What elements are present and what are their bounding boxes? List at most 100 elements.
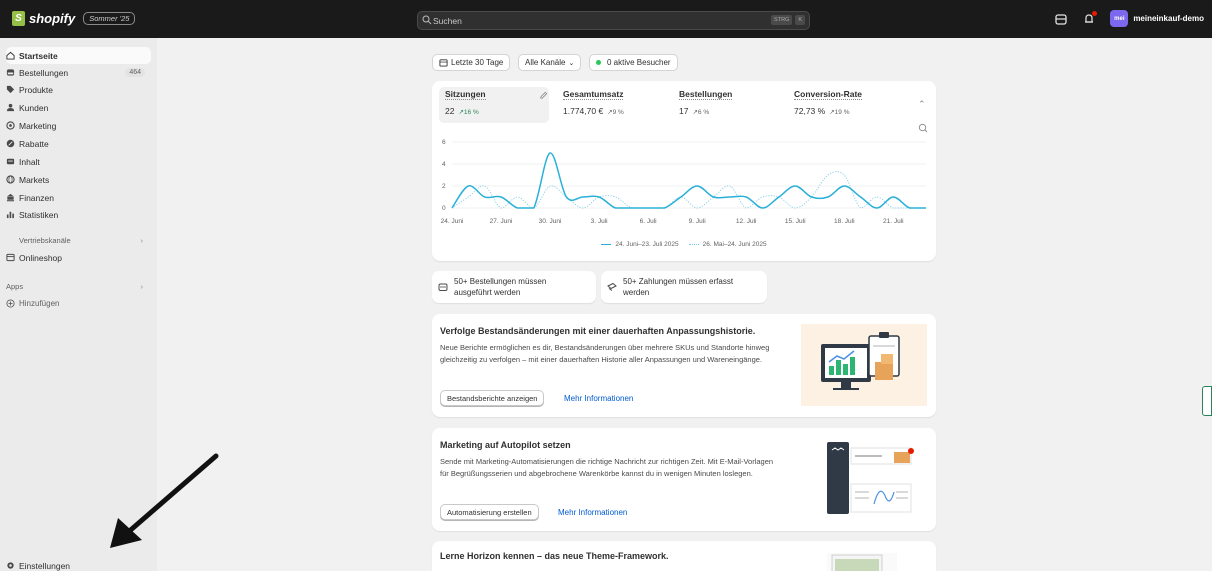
more-info-link[interactable]: Mehr Informationen [558, 508, 627, 517]
x-tick-label: 3. Juli [591, 218, 608, 225]
sidebar-item-hinzufuegen[interactable]: Hinzufügen [6, 295, 151, 312]
sidebar-item-label: Markets [19, 174, 50, 185]
y-tick-label: 0 [442, 205, 446, 212]
content-icon [6, 158, 15, 165]
promo-card-marketing: Marketing auf Autopilot setzen Sende mit… [432, 428, 936, 531]
x-tick-label: 6. Juli [640, 218, 657, 225]
legend-dotted-line-icon [688, 244, 699, 245]
legend-label: 26. Mai–24. Juni 2025 [702, 241, 767, 248]
search-input[interactable] [433, 15, 733, 26]
x-tick-label: 9. Juli [689, 218, 706, 225]
gear-icon [7, 562, 14, 569]
notifications-bell-icon[interactable] [1082, 10, 1098, 26]
home-icon [6, 51, 15, 60]
avatar[interactable]: mei [1110, 10, 1129, 27]
x-tick-label: 15. Juli [785, 218, 806, 225]
sidebar-item-label: Einstellungen [19, 560, 71, 571]
x-tick-label: 24. Juni [441, 218, 464, 225]
sidebar-item-label: Rabatte [19, 138, 49, 149]
order-icon [438, 283, 448, 291]
person-icon [6, 103, 15, 112]
storefront-icon [6, 253, 15, 262]
chevron-right-icon: › [140, 282, 144, 291]
annotation-arrow [110, 453, 219, 548]
sidebar-item-label: Statistiken [19, 209, 59, 220]
task-card-payments[interactable]: 50+ Zahlungen müssen erfasst werden [601, 271, 767, 303]
sidebar-item-finanzen[interactable]: Finanzen [6, 189, 151, 206]
chevron-down-icon: ⌄ [568, 59, 575, 67]
promo-title: Marketing auf Autopilot setzen [440, 440, 571, 450]
sidebar-item-label: Hinzufügen [19, 299, 60, 308]
bank-icon [6, 193, 15, 202]
marketing-illustration [827, 442, 914, 514]
edition-badge[interactable]: Sommer '25 [83, 12, 136, 25]
shortcut-key-ctrl: STRG [771, 15, 793, 25]
search-icon [422, 15, 432, 25]
analytics-card: Sitzungen 22 ↗16 % Gesamtumsatz 1.774,70 … [432, 81, 936, 261]
task-label: 50+ Bestellungen müssen ausgeführt werde… [454, 277, 547, 297]
orders-count-badge: 464 [125, 68, 145, 77]
sidebar-item-statistiken[interactable]: Statistiken [6, 206, 151, 223]
floating-side-widget[interactable] [1202, 386, 1212, 416]
task-label: 50+ Zahlungen müssen erfasst werden [623, 277, 734, 297]
top-right-area: mei meineinkauf-demo [1054, 10, 1204, 27]
sidebar-item-label: Finanzen [19, 192, 54, 203]
period-filter-button[interactable]: Letzte 30 Tage [432, 54, 511, 71]
active-visitors-button[interactable]: 0 aktive Besucher [589, 54, 678, 71]
sidebar-item-label: Inhalt [19, 156, 40, 167]
store-icon[interactable] [1054, 12, 1068, 26]
sessions-line-chart: 0 2 4 6 24. Juni 27. Juni 30. Juni 3. Juli 6. Ju… [441, 139, 926, 225]
sidebar-item-label: Startseite [19, 50, 58, 61]
sidebar-item-marketing[interactable]: Marketing [6, 117, 151, 134]
more-info-link[interactable]: Mehr Informationen [564, 394, 633, 403]
x-tick-label: 12. Juli [736, 218, 757, 225]
shopify-logo[interactable]: S shopify Sommer '25 [12, 11, 136, 26]
sidebar-item-bestellungen[interactable]: Bestellungen 464 [6, 64, 151, 81]
promo-card-horizon: Lerne Horizon kennen – das neue Theme-Fr… [432, 541, 936, 571]
legend-label: 24. Juni–23. Juli 2025 [615, 241, 679, 248]
horizon-illustration [827, 553, 897, 571]
x-tick-label: 21. Juli [883, 218, 904, 225]
legend-current: 24. Juni–23. Juli 2025 [601, 241, 679, 248]
create-automation-button[interactable]: Automatisierung erstellen [440, 504, 539, 520]
visitors-label: 0 aktive Besucher [607, 58, 671, 67]
tag-icon [6, 85, 15, 94]
series-line-current [451, 152, 926, 209]
sidebar-item-label: Onlineshop [19, 252, 63, 263]
logo-text: shopify [29, 11, 76, 26]
channels-label: Alle Kanäle [525, 58, 566, 67]
inventory-reports-button[interactable]: Bestandsberichte anzeigen [440, 390, 545, 406]
y-tick-label: 2 [442, 183, 446, 190]
target-icon [6, 121, 15, 130]
legend-previous: 26. Mai–24. Juni 2025 [688, 241, 767, 248]
legend-solid-line-icon [601, 243, 612, 246]
task-card-orders[interactable]: 50+ Bestellungen müssen ausgeführt werde… [432, 271, 596, 303]
sidebar-item-rabatte[interactable]: Rabatte [6, 135, 151, 152]
payment-icon [607, 282, 617, 291]
search-bar[interactable]: STRG K [417, 11, 810, 30]
promo-title: Lerne Horizon kennen – das neue Theme-Fr… [440, 551, 669, 561]
apps-label: Apps [6, 282, 24, 291]
bar-chart-icon [6, 211, 14, 219]
store-name[interactable]: meineinkauf-demo [1133, 14, 1204, 23]
sidebar-item-einstellungen[interactable]: Einstellungen [6, 557, 70, 571]
discount-icon [6, 139, 15, 148]
y-tick-label: 6 [442, 139, 446, 146]
sidebar-item-label: Marketing [19, 120, 57, 131]
sidebar-item-label: Bestellungen [19, 67, 69, 78]
promo-title: Verfolge Bestandsänderungen mit einer da… [440, 326, 756, 336]
sales-channels-label: Vertriebskanäle [19, 236, 71, 245]
apps-header[interactable]: Apps › [6, 282, 143, 291]
search-shortcut: STRG K [771, 15, 805, 25]
notification-dot [1092, 10, 1098, 16]
sidebar-item-produkte[interactable]: Produkte [6, 81, 151, 98]
channels-filter-button[interactable]: Alle Kanäle ⌄ [518, 54, 582, 71]
sales-channels-header[interactable]: Vertriebskanäle › [19, 236, 143, 245]
sidebar-item-markets[interactable]: Markets [6, 171, 151, 188]
sidebar-item-inhalt[interactable]: Inhalt [6, 153, 151, 170]
sidebar-item-startseite[interactable]: Startseite [6, 47, 151, 64]
sidebar-item-onlineshop[interactable]: Onlineshop [6, 249, 151, 266]
shopify-bag-icon: S [12, 11, 25, 26]
sidebar-item-kunden[interactable]: Kunden [6, 99, 151, 116]
promo-text: Sende mit Marketing-Automatisierungen di… [440, 457, 774, 478]
